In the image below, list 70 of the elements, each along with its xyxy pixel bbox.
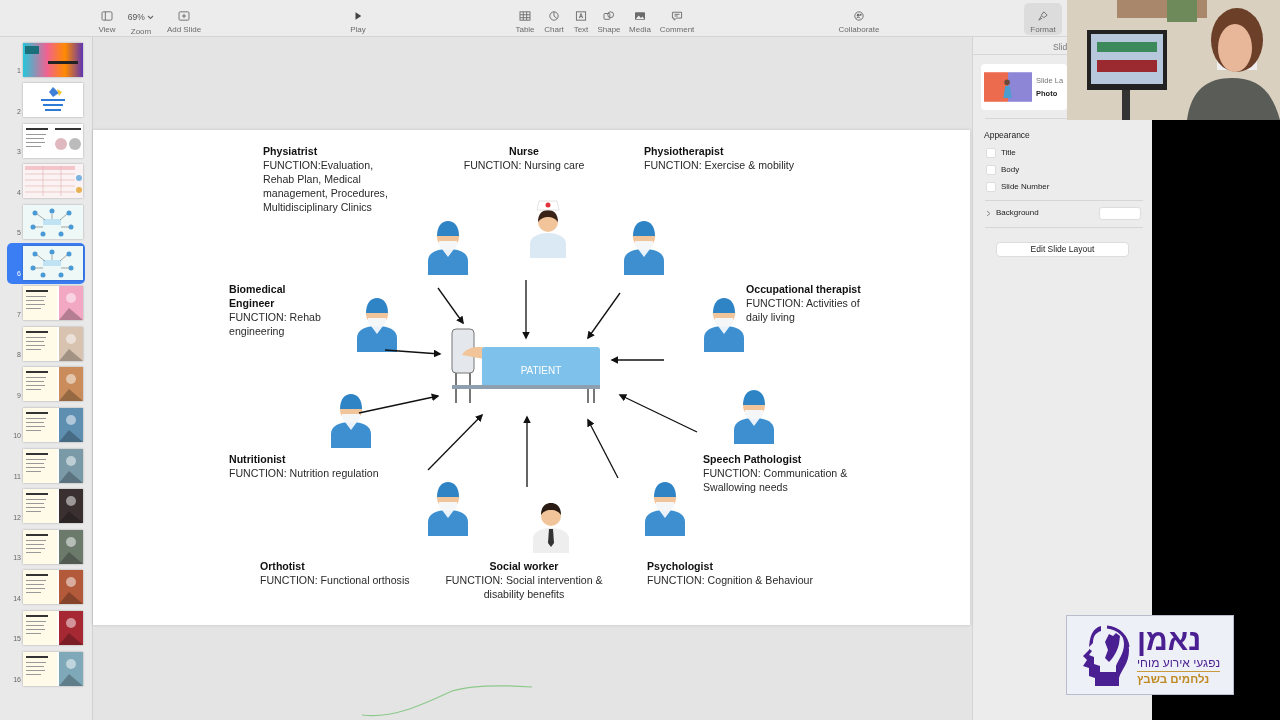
background-label: Background bbox=[996, 207, 1039, 220]
panel-tab[interactable]: Slid bbox=[1053, 42, 1068, 52]
section-heading: Appearance bbox=[984, 129, 1031, 142]
checkbox[interactable] bbox=[986, 147, 996, 158]
toolbar-button[interactable]: 69% Zoom bbox=[121, 3, 161, 35]
logo-subtitle: נפגעי אירוע מוחי bbox=[1137, 655, 1221, 672]
slide-thumbnail[interactable] bbox=[23, 570, 83, 605]
paintbrush-icon bbox=[1036, 11, 1050, 21]
role-description: Social worker FUNCTION: Social intervention & disability benefits bbox=[444, 559, 604, 601]
shape-icon bbox=[602, 11, 616, 21]
checkbox-label: Title bbox=[1001, 146, 1016, 159]
slide-thumbnail[interactable] bbox=[23, 489, 83, 524]
arrow bbox=[522, 279, 530, 340]
role-description: Biomedical Engineer FUNCTION: Rehab engineering bbox=[229, 282, 322, 338]
role-description: Nurse FUNCTION: Nursing care bbox=[462, 144, 586, 172]
slide-thumbnail[interactable] bbox=[23, 448, 83, 483]
slide-thumbnail[interactable] bbox=[23, 407, 83, 442]
toolbar-button[interactable]: Shape bbox=[594, 3, 624, 35]
checkbox[interactable] bbox=[986, 181, 996, 192]
toolbar-button[interactable]: Table bbox=[510, 3, 540, 35]
slide-thumbnail[interactable] bbox=[23, 42, 83, 77]
comment-icon bbox=[670, 11, 684, 21]
toolbar-button[interactable]: Media bbox=[625, 3, 655, 35]
people-icon bbox=[852, 11, 866, 21]
role-description: Orthotist FUNCTION: Functional orthosis bbox=[260, 559, 411, 587]
patient-label: PATIENT bbox=[520, 365, 562, 376]
edit-layout-button[interactable]: Edit Slide Layout bbox=[996, 241, 1129, 257]
slide-thumbnail[interactable] bbox=[23, 245, 83, 280]
sidebar-icon bbox=[100, 11, 114, 21]
toolbar-button[interactable]: Play bbox=[343, 3, 373, 35]
toolbar-button[interactable]: Add Slide bbox=[162, 3, 206, 35]
chevron-right-icon[interactable] bbox=[986, 209, 991, 217]
color-well[interactable] bbox=[1099, 206, 1141, 220]
slide-thumbnail[interactable] bbox=[23, 610, 83, 645]
slide-thumbnail[interactable] bbox=[23, 83, 83, 118]
arrow bbox=[437, 287, 464, 325]
arrow bbox=[610, 356, 665, 364]
slide-thumbnail[interactable] bbox=[23, 529, 83, 564]
logo-name: נאמן bbox=[1137, 623, 1202, 656]
slide-thumbnail[interactable] bbox=[23, 204, 83, 239]
toolbar-button[interactable]: Collaborate bbox=[831, 3, 887, 35]
role-description: Physiotherapist FUNCTION: Exercise & mobility bbox=[644, 144, 796, 172]
checkbox-label: Slide Number bbox=[1001, 180, 1050, 193]
role-description: Nutritionist FUNCTION: Nutrition regulation bbox=[229, 452, 380, 480]
checkbox[interactable] bbox=[986, 164, 996, 175]
table-icon bbox=[518, 11, 532, 21]
chart-icon bbox=[547, 11, 561, 21]
checkbox-label: Body bbox=[1001, 163, 1020, 176]
toolbar-button[interactable]: Comment bbox=[655, 3, 699, 35]
slide-thumbnail[interactable] bbox=[23, 326, 83, 361]
toolbar-button[interactable]: Text bbox=[568, 3, 594, 35]
slide-thumbnail[interactable] bbox=[23, 651, 83, 686]
toolbar-button[interactable]: View bbox=[92, 3, 122, 35]
arrow bbox=[384, 349, 442, 358]
role-description: Occupational therapist FUNCTION: Activities of daily living bbox=[746, 282, 861, 324]
slide-thumbnail[interactable] bbox=[23, 164, 83, 199]
slide-thumbnail[interactable] bbox=[23, 123, 83, 158]
arrow bbox=[587, 292, 621, 340]
toolbar-button[interactable]: Chart bbox=[539, 3, 569, 35]
logo-slogan: נלחמים בשבץ bbox=[1137, 671, 1210, 687]
role-description: Psychologist FUNCTION: Cognition & Behaviour bbox=[647, 559, 815, 587]
toolbar-button[interactable]: Format bbox=[1024, 3, 1062, 35]
slide-thumbnail[interactable] bbox=[23, 367, 83, 402]
text-icon bbox=[574, 11, 588, 21]
add-icon bbox=[177, 11, 191, 21]
slide-thumbnail[interactable] bbox=[23, 286, 83, 321]
image-icon bbox=[633, 11, 647, 21]
role-description: Speech Pathologist FUNCTION: Communication & Swallowing needs bbox=[703, 452, 849, 494]
caret-icon bbox=[147, 15, 155, 21]
role-description: Physiatrist FUNCTION:Evaluation, Rehab Plan, Medical management, Procedures, Multidisciplinary Clinics bbox=[263, 144, 389, 214]
